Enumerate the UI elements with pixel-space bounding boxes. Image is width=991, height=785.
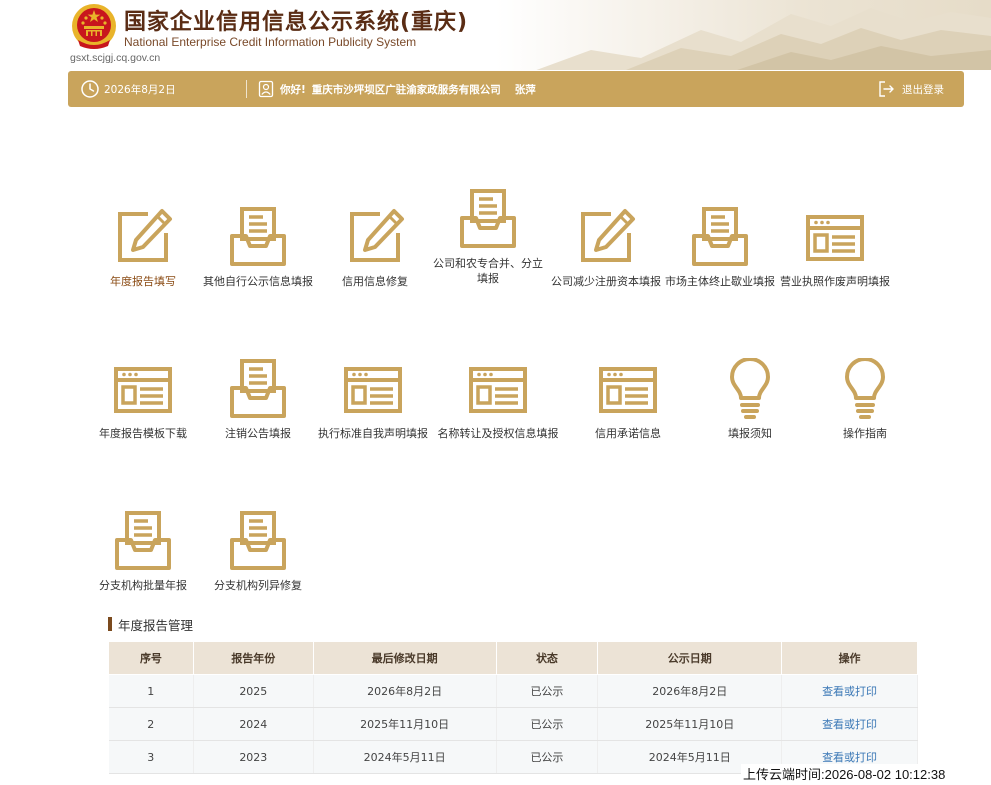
site-url: gsxt.scjgj.cq.gov.cn: [70, 52, 161, 64]
cell-status: 已公示: [496, 707, 599, 741]
cell-publish-date: 2025年11月10日: [597, 707, 783, 741]
tile-label: 信用信息修复: [342, 275, 408, 288]
current-date: 2026年8月2日: [104, 83, 176, 96]
tray-icon: [230, 359, 286, 418]
upload-time-stamp: 上传云端时间:2026-08-02 10:12:38: [741, 764, 946, 783]
section-marker: [108, 617, 112, 631]
section-title-text: 年度报告管理: [118, 617, 194, 633]
tile-license-void-statement[interactable]: 营业执照作废声明填报: [774, 206, 896, 289]
cell-index: 2: [108, 707, 194, 741]
table-row: 2 2024 2025年11月10日 已公示 2025年11月10日 查看或打印: [108, 707, 918, 741]
lightbulb-icon: [845, 358, 885, 419]
tile-other-self-disclosure[interactable]: 其他自行公示信息填报: [197, 206, 319, 289]
window-icon: [344, 367, 402, 413]
edit-icon: [350, 209, 404, 262]
column-header: 操作: [781, 641, 918, 675]
logout-button[interactable]: 退出登录: [878, 71, 944, 107]
view-print-link[interactable]: 查看或打印: [781, 707, 918, 741]
tile-label: 名称转让及授权信息填报: [437, 427, 559, 440]
tray-icon: [230, 511, 286, 570]
logout-label: 退出登录: [902, 83, 944, 96]
cell-report-year: 2024: [193, 707, 314, 741]
column-header: 报告年份: [192, 641, 314, 675]
table-header-row: 序号 报告年份 最后修改日期 状态 公示日期 操作: [108, 641, 918, 675]
national-emblem-icon: [72, 4, 116, 49]
topbar-divider: [246, 80, 247, 98]
column-header: 公示日期: [597, 641, 783, 675]
cell-last-modified: 2026年8月2日: [313, 674, 497, 708]
tile-label: 分支机构列异修复: [214, 579, 302, 592]
tile-branch-abnormal-repair[interactable]: 分支机构列异修复: [206, 510, 310, 593]
edit-icon: [118, 209, 172, 262]
tile-label: 年度报告填写: [110, 275, 176, 288]
column-header: 状态: [495, 641, 599, 675]
mountain-background: [536, 8, 991, 70]
user-info: 你好! 重庆市沙坪坝区广驻渝家政服务有限公司 张萍: [258, 71, 536, 107]
company-name: 重庆市沙坪坝区广驻渝家政服务有限公司: [311, 83, 501, 96]
annual-report-table: 序号 报告年份 最后修改日期 状态 公示日期 操作 1 2025 2026年8月…: [108, 641, 918, 774]
window-icon: [114, 367, 172, 413]
tile-branch-batch-annual-report[interactable]: 分支机构批量年报: [91, 510, 195, 593]
clock-icon: [81, 80, 99, 98]
tile-annual-report-template-download[interactable]: 年度报告模板下载: [91, 358, 195, 441]
date-display: 2026年8月2日: [80, 71, 176, 107]
tray-icon: [692, 207, 748, 266]
view-print-link[interactable]: 查看或打印: [781, 674, 918, 708]
tile-label: 市场主体终止歇业填报: [665, 275, 775, 288]
tile-label: 信用承诺信息: [595, 427, 661, 440]
user-name: 张萍: [514, 83, 536, 96]
user-info-bar: 2026年8月2日 你好! 重庆市沙坪坝区广驻渝家政服务有限公司 张萍 退出登录: [68, 71, 964, 107]
window-icon: [469, 367, 527, 413]
tile-label: 填报须知: [728, 427, 772, 440]
tile-label: 分支机构批量年报: [99, 579, 187, 592]
tile-label: 其他自行公示信息填报: [203, 275, 313, 288]
tile-label: 营业执照作废声明填报: [780, 275, 890, 288]
greeting-text: 你好!: [280, 83, 306, 96]
window-icon: [806, 215, 864, 261]
tile-merger-split[interactable]: 公司和农专合并、分立 填报: [429, 188, 547, 286]
tray-icon: [115, 511, 171, 570]
user-card-icon: [258, 80, 274, 98]
site-subtitle: National Enterprise Credit Information P…: [124, 35, 417, 49]
cell-status: 已公示: [496, 740, 599, 774]
tile-termination-suspension[interactable]: 市场主体终止歇业填报: [659, 206, 781, 289]
cell-report-year: 2025: [193, 674, 314, 708]
tile-deregistration-notice[interactable]: 注销公告填报: [212, 358, 304, 441]
cell-last-modified: 2024年5月11日: [313, 740, 497, 774]
cell-index: 3: [108, 740, 194, 774]
edit-icon: [581, 209, 635, 262]
tile-credit-commitment[interactable]: 信用承诺信息: [584, 358, 672, 441]
site-title: 国家企业信用信息公示系统(重庆): [124, 10, 469, 35]
tile-label: 注销公告填报: [225, 427, 291, 440]
site-header: 国家企业信用信息公示系统(重庆) National Enterprise Cre…: [0, 0, 991, 70]
cell-last-modified: 2025年11月10日: [313, 707, 497, 741]
tray-icon: [460, 189, 516, 248]
table-row: 1 2025 2026年8月2日 已公示 2026年8月2日 查看或打印: [108, 674, 918, 708]
cell-report-year: 2023: [193, 740, 314, 774]
tile-label: 操作指南: [843, 427, 887, 440]
lightbulb-icon: [730, 358, 770, 419]
tile-label-line2: 填报: [477, 272, 499, 285]
tile-label: 公司和农专合并、分立: [433, 257, 543, 270]
cell-publish-date: 2026年8月2日: [597, 674, 783, 708]
logout-icon: [879, 81, 894, 97]
tile-name-transfer-authorization[interactable]: 名称转让及授权信息填报: [432, 358, 564, 441]
tile-capital-reduction[interactable]: 公司减少注册资本填报: [545, 206, 667, 289]
cell-status: 已公示: [496, 674, 599, 708]
tile-credit-repair[interactable]: 信用信息修复: [327, 206, 423, 289]
tile-operation-guide[interactable]: 操作指南: [827, 358, 903, 441]
cell-index: 1: [108, 674, 194, 708]
tile-filing-notice[interactable]: 填报须知: [712, 358, 788, 441]
tile-label: 公司减少注册资本填报: [551, 275, 661, 288]
column-header: 最后修改日期: [312, 641, 497, 675]
window-icon: [599, 367, 657, 413]
tile-annual-report-fill[interactable]: 年度报告填写: [95, 206, 191, 289]
column-header: 序号: [108, 641, 194, 675]
tile-standard-self-declaration[interactable]: 执行标准自我声明填报: [314, 358, 432, 441]
tile-label: 年度报告模板下载: [99, 427, 187, 440]
tray-icon: [230, 207, 286, 266]
section-annual-report-management: 年度报告管理: [108, 615, 193, 633]
tile-label: 执行标准自我声明填报: [318, 427, 428, 440]
